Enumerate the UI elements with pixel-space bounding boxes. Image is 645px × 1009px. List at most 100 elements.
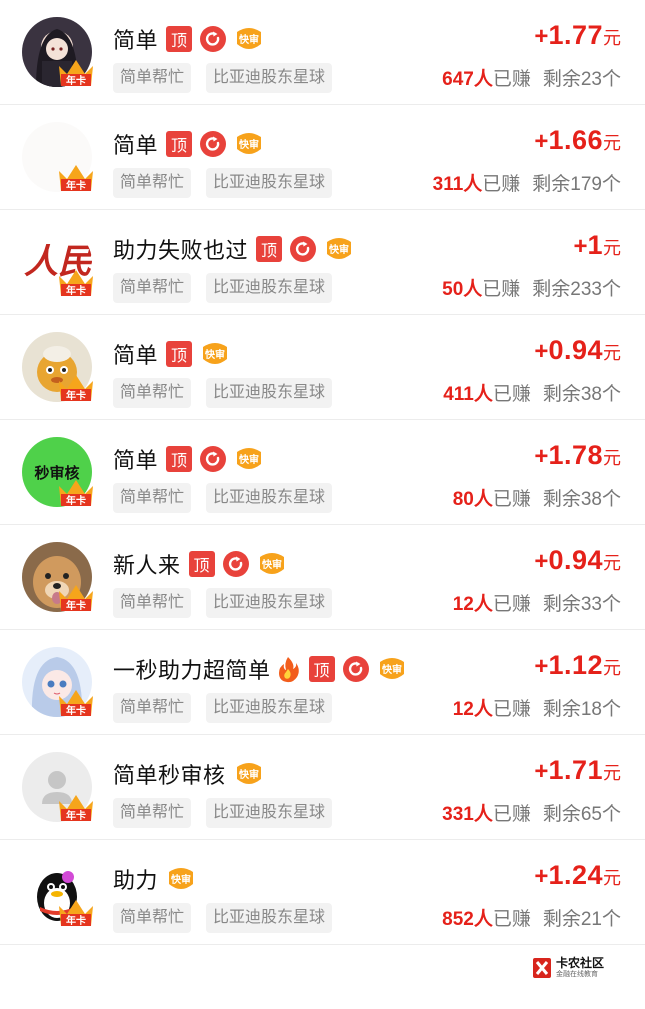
task-tag-publisher: 比亚迪股东星球 (206, 63, 333, 93)
task-title-row: 简单顶 快审 (113, 127, 264, 161)
top-badge: 顶 (256, 236, 283, 262)
task-title: 简单 (113, 343, 159, 368)
task-title: 简单 (113, 133, 159, 158)
reward-plus-sign: + (573, 233, 588, 260)
task-title-row: 一秒助力超简单 顶 快审 (113, 652, 407, 686)
earned-label: 已赚 (492, 804, 531, 825)
task-stats: 12人已赚 剩余18个 (453, 694, 621, 721)
reward-plus-sign: + (534, 758, 549, 785)
task-row[interactable]: 年卡 新人来顶 快审 简单帮忙 比亚迪股东星球 +0.94元 12人已赚 剩余33个 (0, 525, 645, 630)
task-title: 简单 (113, 28, 159, 53)
watermark-subtitle: 金融在线教育 (556, 971, 598, 978)
top-badge: 顶 (166, 131, 193, 157)
svg-text:年卡: 年卡 (66, 74, 86, 87)
annual-card-crown-icon: 年卡 (56, 56, 96, 90)
task-reward: +1.66元 (534, 125, 621, 156)
svg-text:快审: 快审 (204, 348, 225, 361)
reward-amount: 1.77 (548, 20, 603, 50)
fast-review-badge-icon: 快审 (324, 236, 354, 262)
earned-count: 12人 (452, 699, 493, 720)
fast-review-badge-icon: 快审 (257, 551, 287, 577)
reward-amount: 0.94 (548, 335, 603, 365)
reward-amount: 0.94 (548, 545, 603, 575)
fire-icon (275, 655, 301, 683)
task-tag-publisher: 比亚迪股东星球 (206, 273, 333, 303)
task-tag-publisher: 比亚迪股东星球 (206, 483, 333, 513)
svg-text:年卡: 年卡 (66, 914, 86, 927)
annual-card-crown-icon: 年卡 (56, 896, 96, 930)
task-title: 简单 (113, 448, 159, 473)
reward-plus-sign: + (534, 863, 549, 890)
svg-text:年卡: 年卡 (66, 599, 86, 612)
earned-count: 331人 (442, 804, 493, 825)
refresh-icon (222, 551, 249, 577)
watermark-title: 卡农社区 (556, 956, 605, 970)
reward-plus-sign: + (534, 548, 549, 575)
svg-text:年卡: 年卡 (66, 179, 86, 192)
task-reward: +1元 (573, 230, 621, 261)
task-stats: 50人已赚 剩余233个 (442, 274, 621, 301)
task-reward: +0.94元 (534, 545, 621, 576)
task-stats: 311人已赚 剩余179个 (433, 169, 621, 196)
earned-label: 已赚 (482, 174, 521, 195)
reward-plus-sign: + (534, 338, 549, 365)
task-title-row: 助力 快审 (113, 862, 196, 896)
refresh-icon (200, 446, 227, 472)
svg-text:快审: 快审 (261, 558, 282, 571)
task-stats: 852人已赚 剩余21个 (442, 904, 621, 931)
earned-count: 80人 (452, 489, 493, 510)
svg-text:年卡: 年卡 (66, 704, 86, 717)
refresh-icon (342, 656, 369, 682)
reward-amount: 1.24 (548, 860, 603, 890)
task-reward: +1.12元 (534, 650, 621, 681)
fast-review-badge-icon: 快审 (234, 761, 264, 787)
task-title: 新人来 (113, 553, 181, 578)
earned-label: 已赚 (492, 384, 531, 405)
task-reward: +1.78元 (534, 440, 621, 471)
reward-unit: 元 (603, 868, 621, 888)
task-tag-publisher: 比亚迪股东星球 (206, 903, 333, 933)
reward-unit: 元 (603, 448, 621, 468)
top-badge: 顶 (166, 26, 193, 52)
kanong-logo-icon (533, 958, 551, 978)
task-row[interactable]: 年卡 一秒助力超简单 顶 快审简单帮忙 比亚迪股东星球 +1.12元 12人已赚 剩余18个 (0, 630, 645, 735)
task-tag-publisher: 比亚迪股东星球 (206, 693, 333, 723)
task-title-row: 简单顶快审 (113, 22, 264, 56)
task-reward: +1.24元 (534, 860, 621, 891)
earned-label: 已赚 (492, 69, 531, 90)
svg-text:年卡: 年卡 (66, 284, 86, 297)
task-title-row: 助力失败也过顶 快审 (113, 232, 354, 266)
remaining-count: 剩余233个 (532, 279, 621, 300)
svg-text:年卡: 年卡 (66, 809, 86, 822)
reward-unit: 元 (603, 763, 621, 783)
top-badge: 顶 (188, 551, 215, 577)
svg-text:快审: 快审 (238, 453, 259, 466)
task-row[interactable]: 秒审核 年卡 简单顶快审 简单帮忙 比亚迪股东星球 +1.78元 80人已赚 剩余38个 (0, 420, 645, 525)
task-tag-category: 简单帮忙 (113, 378, 192, 408)
svg-text:年卡: 年卡 (66, 494, 86, 507)
task-tag-category: 简单帮忙 (113, 693, 192, 723)
earned-label: 已赚 (482, 279, 521, 300)
task-row[interactable]: 年卡 简单顶快审 简单帮忙 比亚迪股东星球 +0.94元 411人已赚 剩余38个 (0, 315, 645, 420)
fast-review-badge-icon: 快审 (166, 866, 196, 892)
fast-review-badge-icon: 快审 (200, 341, 230, 367)
task-tag-publisher: 比亚迪股东星球 (206, 168, 333, 198)
task-title-row: 简单顶快审 (113, 337, 230, 371)
refresh-icon (290, 236, 317, 262)
task-row[interactable]: 年卡 简单顶 快审 简单帮忙 比亚迪股东星球 +1.66元 311人已赚 剩余179个 (0, 105, 645, 210)
reward-amount: 1.78 (548, 440, 603, 470)
task-title: 助力失败也过 (113, 238, 249, 263)
task-row[interactable]: 人民 年卡 助力失败也过顶快审 简单帮忙 比亚迪股东星球 +1元 50人已赚 剩余233个 (0, 210, 645, 315)
reward-plus-sign: + (534, 128, 549, 155)
svg-text:快审: 快审 (238, 138, 259, 151)
task-reward: +1.77元 (534, 20, 621, 51)
earned-label: 已赚 (492, 909, 531, 930)
task-row[interactable]: 年卡 助力 快审 简单帮忙 比亚迪股东星球 +1.24元 852人已赚 剩余21个 (0, 840, 645, 945)
reward-amount: 1.12 (548, 650, 603, 680)
annual-card-crown-icon: 年卡 (56, 371, 96, 405)
task-stats: 12人已赚 剩余33个 (453, 589, 621, 616)
fast-review-badge-icon: 快审 (234, 446, 264, 472)
task-tag-category: 简单帮忙 (113, 63, 192, 93)
task-row[interactable]: 年卡 简单秒审核 快审 简单帮忙 比亚迪股东星球 +1.71元 331人已赚 剩余65个 (0, 735, 645, 840)
task-row[interactable]: 年卡 简单顶 快审 简单帮忙 比亚迪股东星球 +1.77元 647人已赚 剩余23个 (0, 0, 645, 105)
